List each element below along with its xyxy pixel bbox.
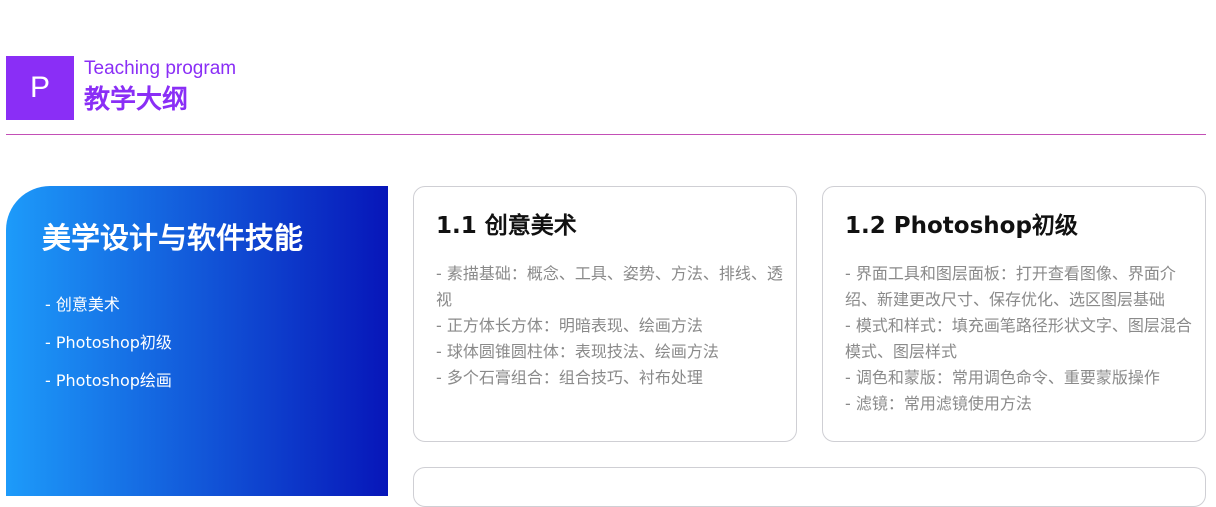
card-line: - 调色和蒙版：常用调色命令、重要蒙版操作: [845, 368, 1160, 387]
feature-item[interactable]: - Photoshop初级: [45, 332, 172, 354]
card-line: - 模式和样式：填充画笔路径形状文字、图层混合模式、图层样式: [845, 316, 1192, 361]
feature-list: - 创意美术 - Photoshop初级 - Photoshop绘画: [45, 294, 172, 408]
logo-badge: P: [6, 56, 74, 120]
card-body: - 界面工具和图层面板：打开查看图像、界面介绍、新建更改尺寸、保存优化、选区图层…: [845, 261, 1197, 417]
feature-item[interactable]: - 创意美术: [45, 294, 172, 316]
card-line: - 滤镜：常用滤镜使用方法: [845, 394, 1032, 413]
card-line: - 正方体长方体：明暗表现、绘画方法: [436, 316, 703, 335]
section-title: 教学大纲: [84, 85, 189, 115]
card-title: 1.1 创意美术: [436, 213, 577, 239]
card-line: - 多个石膏组合：组合技巧、衬布处理: [436, 368, 703, 387]
card-line: - 素描基础：概念、工具、姿势、方法、排线、透视: [436, 264, 783, 309]
card-title: 1.2 Photoshop初级: [845, 213, 1078, 239]
card-body: - 素描基础：概念、工具、姿势、方法、排线、透视 - 正方体长方体：明暗表现、绘…: [436, 261, 788, 391]
feature-panel: 美学设计与软件技能 - 创意美术 - Photoshop初级 - Photosh…: [6, 186, 388, 496]
feature-title: 美学设计与软件技能: [42, 221, 304, 255]
section-subtitle: Teaching program: [84, 58, 237, 79]
section-header: P Teaching program 教学大纲: [6, 56, 1206, 135]
course-card-1-2[interactable]: 1.2 Photoshop初级 - 界面工具和图层面板：打开查看图像、界面介绍、…: [822, 186, 1206, 442]
course-card-1-1[interactable]: 1.1 创意美术 - 素描基础：概念、工具、姿势、方法、排线、透视 - 正方体长…: [413, 186, 797, 442]
card-line: - 球体圆锥圆柱体：表现技法、绘画方法: [436, 342, 719, 361]
feature-item[interactable]: - Photoshop绘画: [45, 370, 172, 392]
course-card-partial[interactable]: [413, 467, 1206, 507]
card-line: - 界面工具和图层面板：打开查看图像、界面介绍、新建更改尺寸、保存优化、选区图层…: [845, 264, 1176, 309]
